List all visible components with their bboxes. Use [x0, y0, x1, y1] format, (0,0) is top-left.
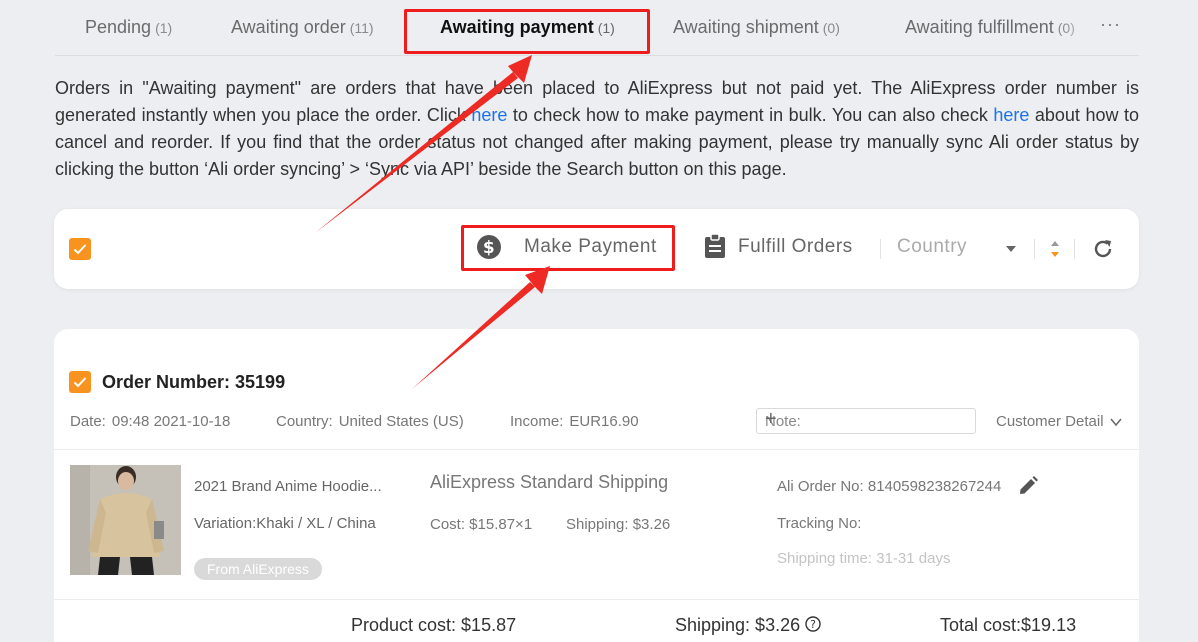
order-number: Order Number: 35199	[102, 372, 286, 392]
help-link-bulk-payment[interactable]: here	[471, 105, 507, 125]
country-select-value: Country	[897, 236, 968, 257]
order-date: Date: 09:48 2021-10-18	[70, 413, 230, 430]
highlight-box-make-payment	[461, 225, 675, 271]
tab-awaiting-order[interactable]: Awaiting order (11)	[231, 17, 374, 38]
product-variation: Variation:Khaki / XL / China	[194, 515, 376, 532]
shipping-total-value: Shipping: $3.26	[675, 615, 801, 635]
highlight-box-tab	[404, 9, 650, 54]
divider	[54, 449, 1139, 450]
tab-awaiting-fulfillment[interactable]: Awaiting fulfillment(0)	[905, 17, 1075, 38]
product-name[interactable]: 2021 Brand Anime Hoodie...	[194, 478, 382, 495]
product-image	[70, 465, 181, 575]
tab-count: (11)	[349, 20, 374, 36]
fulfill-orders-label: Fulfill Orders	[738, 236, 853, 257]
help-link-cancel-reorder[interactable]: here	[993, 105, 1029, 125]
clipboard-icon	[705, 233, 725, 258]
shipping-total: Shipping: $3.26 ?	[675, 615, 821, 636]
tracking-number: Tracking No:	[777, 515, 862, 532]
tab-label: Awaiting fulfillment	[905, 17, 1054, 37]
item-shipping: Shipping: $3.26	[566, 516, 671, 533]
product-thumbnail[interactable]	[70, 465, 181, 575]
tab-count: (1)	[155, 20, 173, 36]
tabs-more-button[interactable]: ···	[1100, 14, 1121, 35]
country-value: United States (US)	[338, 413, 464, 430]
shipping-method-select[interactable]: AliExpress Standard Shipping	[430, 472, 668, 493]
tab-count: (0)	[822, 20, 840, 36]
divider	[54, 599, 1139, 600]
tab-pending[interactable]: Pending (1)	[85, 17, 172, 38]
product-cost-total: Product cost: $15.87	[351, 615, 517, 635]
order-income: Income: EUR16.90	[510, 413, 639, 430]
source-badge: From AliExpress	[194, 558, 322, 580]
select-all-checkbox[interactable]	[69, 238, 91, 260]
chevron-down-icon	[1110, 418, 1122, 427]
tab-label: Pending	[85, 17, 152, 37]
help-circle-icon[interactable]: ?	[805, 616, 821, 632]
chevron-down-icon	[1006, 246, 1016, 252]
customer-detail-toggle[interactable]: Customer Detail	[996, 413, 1122, 430]
toolbar-divider	[880, 239, 881, 259]
order-country: Country: United States (US)	[276, 413, 464, 430]
tab-label: Awaiting shipment	[673, 17, 819, 37]
date-label: Date:	[70, 413, 106, 430]
country-select[interactable]: Country	[897, 236, 1017, 258]
check-icon	[73, 377, 87, 388]
order-checkbox[interactable]	[69, 371, 91, 393]
ali-order-number: Ali Order No: 8140598238267244	[777, 478, 1002, 495]
date-value: 09:48 2021-10-18	[111, 413, 231, 430]
orders-page: Pending (1) Awaiting order (11) Awaiting p…	[0, 0, 1198, 642]
sort-icon[interactable]	[1049, 238, 1061, 260]
check-icon	[73, 244, 87, 255]
income-value: EUR16.90	[569, 413, 639, 430]
note-input[interactable]: Note: +	[756, 408, 976, 434]
item-cost: Cost: $15.87×1	[430, 516, 533, 533]
income-label: Income:	[510, 413, 564, 430]
country-label: Country:	[276, 413, 333, 430]
tab-label: Awaiting order	[231, 17, 346, 37]
total-cost: Total cost:$19.13	[940, 615, 1077, 635]
plus-icon[interactable]: +	[765, 408, 969, 431]
refresh-icon[interactable]	[1092, 238, 1114, 260]
info-paragraph: Orders in "Awaiting payment" are orders …	[55, 75, 1139, 183]
tab-fade	[1065, 0, 1091, 55]
tab-awaiting-shipment[interactable]: Awaiting shipment (0)	[673, 17, 840, 38]
pencil-icon[interactable]	[1017, 475, 1039, 497]
toolbar-divider	[1074, 239, 1075, 259]
toolbar-divider	[1034, 239, 1035, 259]
svg-text:?: ?	[810, 618, 816, 631]
shipping-time: Shipping time: 31-31 days	[777, 550, 951, 567]
customer-detail-label: Customer Detail	[996, 413, 1104, 430]
info-text: to check how to make payment in bulk. Yo…	[507, 105, 994, 125]
order-card: Order Number: 35199 Date: 09:48 2021-10-1…	[54, 329, 1139, 642]
